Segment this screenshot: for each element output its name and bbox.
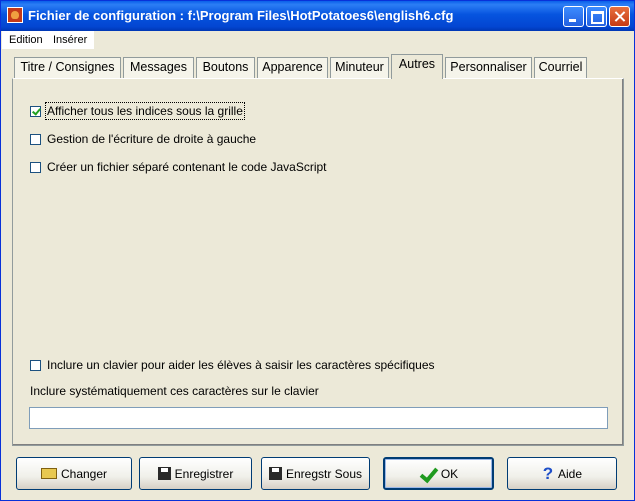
minimize-button[interactable] bbox=[563, 6, 584, 27]
save-button-label: Enregistrer bbox=[174, 466, 234, 481]
rtl-label: Gestion de l'écriture de droite à gauche bbox=[47, 132, 257, 146]
menu-bar: Edition Insérer bbox=[2, 31, 94, 49]
window-title: Fichier de configuration : f:\Program Fi… bbox=[28, 8, 454, 23]
show-clues-label: Afficher tous les indices sous la grille bbox=[45, 102, 245, 120]
ok-button-label: OK bbox=[440, 466, 459, 481]
maximize-button[interactable] bbox=[586, 6, 607, 27]
help-button[interactable]: ? Aide bbox=[507, 457, 617, 490]
menu-edition[interactable]: Edition bbox=[9, 34, 43, 46]
hotpotatoes-icon[interactable] bbox=[7, 7, 23, 23]
close-button[interactable] bbox=[609, 6, 630, 27]
save-as-button[interactable]: Enregstr Sous bbox=[261, 457, 370, 490]
floppy-disk-save-as-icon bbox=[268, 467, 282, 480]
tab-courriel[interactable]: Courriel bbox=[534, 57, 587, 78]
tab-messages[interactable]: Messages bbox=[123, 57, 194, 78]
help-button-label: Aide bbox=[557, 466, 583, 481]
tab-minuteur[interactable]: Minuteur bbox=[330, 57, 389, 78]
green-check-icon bbox=[419, 467, 437, 481]
title-bar[interactable]: Fichier de configuration : f:\Program Fi… bbox=[1, 1, 634, 31]
ok-button[interactable]: OK bbox=[383, 457, 494, 490]
tab-boutons[interactable]: Boutons bbox=[196, 57, 255, 78]
separate-js-checkbox[interactable] bbox=[30, 161, 41, 173]
tab-autres[interactable]: Autres bbox=[391, 54, 443, 79]
include-keyboard-checkbox[interactable] bbox=[30, 359, 41, 371]
tab-apparence[interactable]: Apparence bbox=[257, 57, 328, 78]
option-include-keyboard[interactable]: Inclure un clavier pour aider les élèves… bbox=[30, 358, 435, 372]
keyboard-chars-input[interactable] bbox=[29, 407, 608, 429]
keyboard-chars-label: Inclure systématiquement ces caractères … bbox=[30, 384, 319, 398]
rtl-checkbox[interactable] bbox=[30, 133, 41, 145]
config-window: Fichier de configuration : f:\Program Fi… bbox=[0, 0, 635, 501]
include-keyboard-label: Inclure un clavier pour aider les élèves… bbox=[47, 358, 435, 372]
change-button-label: Changer bbox=[60, 466, 108, 481]
tab-titre-consignes[interactable]: Titre / Consignes bbox=[14, 57, 121, 78]
menu-inserer[interactable]: Insérer bbox=[53, 34, 87, 46]
tab-personnaliser[interactable]: Personnaliser bbox=[445, 57, 532, 78]
option-rtl[interactable]: Gestion de l'écriture de droite à gauche bbox=[30, 132, 256, 146]
folder-open-icon bbox=[40, 468, 57, 479]
separate-js-label: Créer un fichier séparé contenant le cod… bbox=[47, 160, 327, 174]
show-clues-checkbox[interactable] bbox=[30, 105, 41, 117]
option-show-clues[interactable]: Afficher tous les indices sous la grille bbox=[30, 102, 245, 120]
question-mark-icon: ? bbox=[542, 463, 554, 483]
save-button[interactable]: Enregistrer bbox=[139, 457, 252, 490]
save-as-button-label: Enregstr Sous bbox=[285, 466, 363, 481]
floppy-disk-icon bbox=[157, 467, 171, 480]
option-separate-js[interactable]: Créer un fichier séparé contenant le cod… bbox=[30, 160, 327, 174]
change-button[interactable]: Changer bbox=[16, 457, 132, 490]
